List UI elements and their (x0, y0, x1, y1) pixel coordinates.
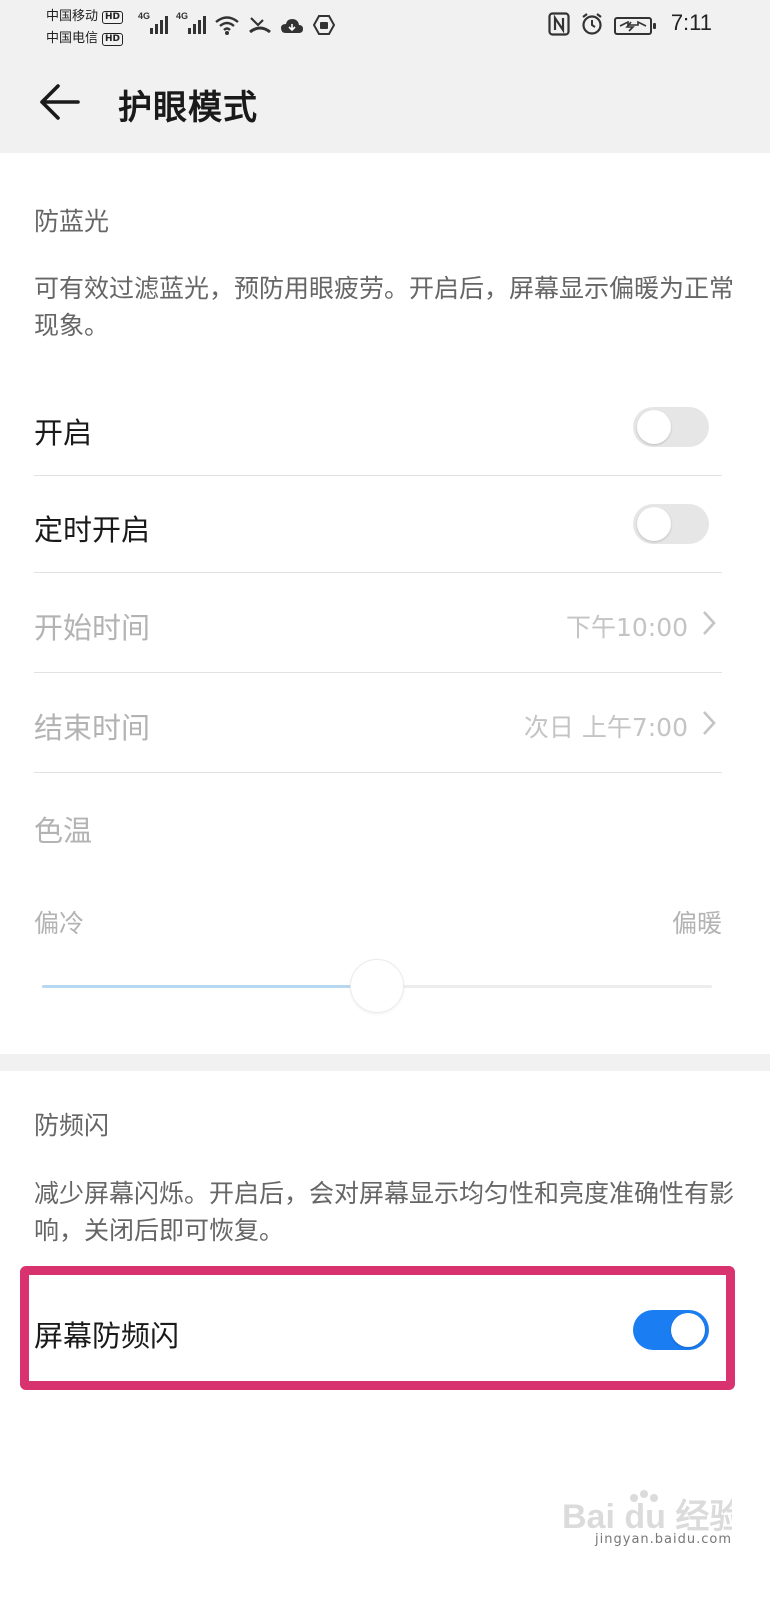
color-temp-slider[interactable] (42, 959, 712, 1013)
section-separator (0, 1054, 770, 1071)
back-button[interactable] (38, 82, 82, 122)
toggle-knob (637, 410, 671, 444)
hd-badge-2: HD (102, 32, 124, 46)
color-temp-label: 色温 (34, 814, 93, 848)
missed-call-icon (248, 14, 272, 40)
anti-flicker-label: 屏幕防频闪 (34, 1319, 180, 1353)
status-icons-left: 4G 4G (138, 10, 336, 40)
battery-icon (614, 17, 656, 35)
divider (34, 475, 722, 476)
start-time-value[interactable]: 下午10:00 (566, 608, 688, 644)
blue-light-heading: 防蓝光 (34, 207, 110, 236)
page-title: 护眼模式 (118, 88, 258, 128)
nfc-icon (548, 12, 570, 40)
flicker-description: 减少屏幕闪烁。开启后，会对屏幕显示均匀性和亮度准确性有影响，关闭后即可恢复。 (34, 1179, 735, 1245)
end-time-value[interactable]: 次日 上午7:00 (524, 708, 688, 744)
top-app-bar: 中国移动 HD 中国电信 HD 4G 4G 7:11 护眼模式 (0, 0, 770, 153)
carrier-2: 中国电信 (46, 31, 99, 46)
enable-label: 开启 (34, 416, 93, 450)
cool-label: 偏冷 (34, 909, 85, 938)
hd-badge-1: HD (102, 10, 124, 24)
cloud-icon (280, 16, 304, 40)
shield-icon (312, 14, 336, 40)
blue-light-description: 可有效过滤蓝光，预防用眼疲劳。开启后，屏幕显示偏暖为正常现象。 (34, 274, 735, 340)
divider (34, 772, 722, 773)
divider (34, 672, 722, 673)
status-icons-right (548, 12, 656, 40)
flicker-heading: 防频闪 (34, 1111, 110, 1140)
watermark-logo: Bai du 经验 (562, 1490, 743, 1560)
carrier-1: 中国移动 (46, 9, 99, 24)
carrier-info: 中国移动 HD 中国电信 HD (46, 6, 124, 50)
signal-bars-icon-2: 4G (176, 10, 206, 40)
network-type-1: 4G (138, 11, 150, 21)
warm-label: 偏暖 (671, 909, 722, 938)
network-type-2: 4G (176, 11, 188, 21)
chevron-right-icon[interactable] (700, 709, 718, 737)
status-bar: 中国移动 HD 中国电信 HD 4G 4G 7:11 (0, 0, 770, 52)
watermark-site: jingyan.baidu.com (595, 1532, 732, 1547)
schedule-toggle[interactable] (633, 504, 709, 544)
schedule-label: 定时开启 (34, 513, 151, 547)
slider-fill (42, 985, 377, 988)
end-time-label[interactable]: 结束时间 (34, 705, 150, 747)
start-time-label[interactable]: 开始时间 (34, 605, 150, 647)
back-arrow-icon (40, 84, 80, 120)
chevron-right-icon[interactable] (700, 609, 718, 637)
toggle-knob (671, 1313, 705, 1347)
signal-bars-icon: 4G (138, 10, 168, 40)
slider-thumb[interactable] (350, 959, 404, 1013)
alarm-icon (580, 12, 604, 40)
enable-toggle[interactable] (633, 407, 709, 447)
toggle-knob (637, 507, 671, 541)
clock: 7:11 (670, 10, 712, 35)
wifi-icon (214, 14, 240, 40)
watermark-brand: Bai du 经验 (562, 1497, 732, 1536)
anti-flicker-toggle[interactable] (633, 1310, 709, 1350)
divider (34, 572, 722, 573)
